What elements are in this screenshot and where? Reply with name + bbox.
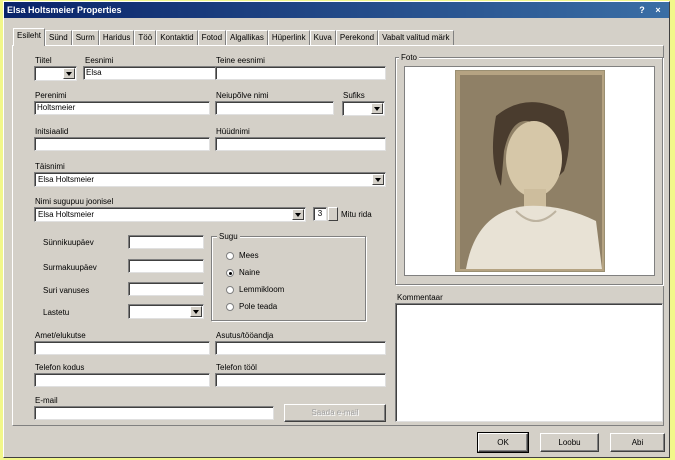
photo-frame[interactable] (404, 66, 655, 276)
tab-vabalt-valitud-mark[interactable]: Vabalt valitud märk (378, 30, 454, 45)
rows-label: Mitu rida (341, 210, 372, 219)
radio-lemmikloom-label: Lemmikloom (239, 285, 285, 294)
send-email-button[interactable]: Saada e-mail (284, 404, 386, 422)
tab-algallikas[interactable]: Algallikas (226, 30, 268, 45)
radio-mees-label: Mees (239, 251, 259, 260)
lastetu-select[interactable] (128, 304, 204, 319)
radio-mees[interactable] (226, 252, 234, 260)
suri-vanuses-field[interactable] (128, 282, 204, 296)
tab-perekond[interactable]: Perekond (335, 30, 379, 45)
properties-dialog: Elsa Holtsmeier Properties ? × Esileht S… (3, 1, 670, 458)
dropdown-arrow-icon[interactable] (63, 68, 75, 79)
initsiaalid-field[interactable] (34, 137, 210, 151)
radio-naine-label: Naine (239, 268, 260, 277)
hyydnimi-field[interactable] (215, 137, 386, 151)
photo-label: Foto (399, 53, 420, 62)
teine-eesnimi-field[interactable] (215, 66, 386, 80)
dropdown-arrow-icon[interactable] (372, 174, 384, 185)
taisnimi-select[interactable]: Elsa Holtsmeier (34, 172, 386, 187)
tab-hyperlink[interactable]: Hüperlink (267, 30, 310, 45)
rows-count-field[interactable]: 3 (313, 207, 327, 221)
tab-page-esileht: Tiitel Eesnimi Elsa Teine eesnimi Pereni… (12, 45, 664, 426)
close-icon[interactable]: × (651, 4, 665, 16)
asutus-label: Asutus/tööandja (216, 331, 274, 340)
tab-strip: Esileht Sünd Surm Haridus Töö Kontaktid … (13, 28, 454, 46)
suri-vanuses-label: Suri vanuses (43, 286, 90, 295)
tab-fotod[interactable]: Fotod (197, 30, 227, 45)
rows-spinner-icon[interactable] (328, 207, 338, 221)
portrait-photo (455, 70, 605, 272)
email-field[interactable] (34, 406, 274, 420)
neiupolve-field[interactable] (215, 101, 334, 115)
amet-field[interactable] (34, 341, 210, 355)
comment-textarea[interactable] (395, 303, 663, 422)
neiupolve-label: Neiupõlve nimi (216, 91, 269, 100)
comment-label: Kommentaar (397, 293, 443, 302)
radio-naine[interactable] (226, 269, 234, 277)
titel-label: Tiitel (35, 56, 52, 65)
tab-too[interactable]: Töö (134, 30, 157, 45)
sufiks-label: Sufiks (343, 91, 365, 100)
tab-surm[interactable]: Surm (71, 30, 99, 45)
ok-button[interactable]: OK (477, 432, 529, 453)
dropdown-arrow-icon[interactable] (292, 209, 304, 220)
tel-kodus-field[interactable] (34, 373, 210, 387)
photo-group: Foto (395, 53, 663, 285)
titel-select[interactable] (34, 66, 77, 81)
synnikuupaev-label: Sünnikuupäev (43, 238, 94, 247)
perenimi-label: Perenimi (35, 91, 67, 100)
nimi-puul-label: Nimi sugupuu joonisel (35, 197, 114, 206)
taisnimi-label: Täisnimi (35, 162, 65, 171)
help-button[interactable]: Abi (610, 433, 665, 452)
help-icon[interactable]: ? (635, 4, 649, 16)
lastetu-label: Lastetu (43, 308, 70, 317)
synnikuupaev-field[interactable] (128, 235, 204, 249)
nimi-puul-select[interactable]: Elsa Holtsmeier (34, 207, 306, 222)
eesnimi-label: Eesnimi (85, 56, 114, 65)
hyydnimi-label: Hüüdnimi (216, 127, 250, 136)
title-bar: Elsa Holtsmeier Properties ? × (4, 2, 669, 18)
asutus-field[interactable] (215, 341, 386, 355)
tel-tool-field[interactable] (215, 373, 386, 387)
teine-eesnimi-label: Teine eesnimi (216, 56, 265, 65)
tab-kuva[interactable]: Kuva (309, 30, 336, 45)
tel-tool-label: Telefon tööl (216, 363, 257, 372)
tab-synd[interactable]: Sünd (45, 30, 72, 45)
dropdown-arrow-icon[interactable] (190, 306, 202, 317)
sufiks-select[interactable] (342, 101, 385, 116)
dropdown-arrow-icon[interactable] (371, 103, 383, 114)
initsiaalid-label: Initsiaalid (35, 127, 69, 136)
cancel-button[interactable]: Loobu (540, 433, 599, 452)
perenimi-field[interactable]: Holtsmeier (34, 101, 210, 115)
radio-pole-teada-label: Pole teada (239, 302, 278, 311)
radio-lemmikloom[interactable] (226, 286, 234, 294)
surmakuupaev-label: Surmakuupäev (43, 263, 97, 272)
tel-kodus-label: Telefon kodus (35, 363, 85, 372)
surmakuupaev-field[interactable] (128, 259, 204, 273)
eesnimi-field[interactable]: Elsa (83, 66, 219, 80)
portrait-image (456, 71, 604, 271)
window-title: Elsa Holtsmeier Properties (7, 5, 122, 15)
tab-kontaktid[interactable]: Kontaktid (156, 30, 198, 45)
tab-esileht[interactable]: Esileht (13, 28, 46, 46)
tab-haridus[interactable]: Haridus (98, 30, 135, 45)
sugu-label: Sugu (217, 232, 240, 241)
email-label: E-mail (35, 396, 58, 405)
radio-pole-teada[interactable] (226, 303, 234, 311)
sugu-group: Sugu Mees Naine Lemmikloom Pole teada (211, 232, 366, 321)
amet-label: Amet/elukutse (35, 331, 86, 340)
